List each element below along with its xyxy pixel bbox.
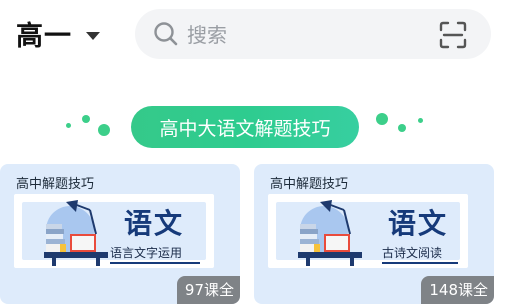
course-tag: 高中解题技巧 (270, 177, 349, 192)
section-title: 高中大语文解题技巧 (131, 106, 359, 148)
desk-lamp-books-icon (44, 200, 108, 266)
course-subtitle: 古诗文阅读 (382, 246, 443, 260)
course-card[interactable]: 高中解题技巧 语文 语言文字运用 97课全 (0, 164, 240, 304)
course-tag: 高中解题技巧 (16, 177, 95, 192)
grade-label: 高一 (16, 21, 72, 52)
course-card[interactable]: 高中解题技巧 语文 古诗文阅读 148课全 (254, 164, 494, 304)
subtitle-underline (110, 262, 200, 264)
subtitle-underline (382, 262, 458, 264)
grade-selector[interactable]: 高一 (16, 14, 100, 53)
course-title: 语文 (388, 207, 449, 240)
search-bar[interactable] (135, 9, 491, 59)
course-subtitle: 语言文字运用 (110, 246, 183, 260)
course-title: 语文 (124, 207, 185, 240)
caret-down-icon (86, 31, 100, 40)
scan-icon[interactable] (439, 21, 467, 49)
search-input[interactable] (185, 17, 419, 53)
desk-lamp-books-icon (298, 200, 362, 266)
search-icon (154, 22, 178, 46)
